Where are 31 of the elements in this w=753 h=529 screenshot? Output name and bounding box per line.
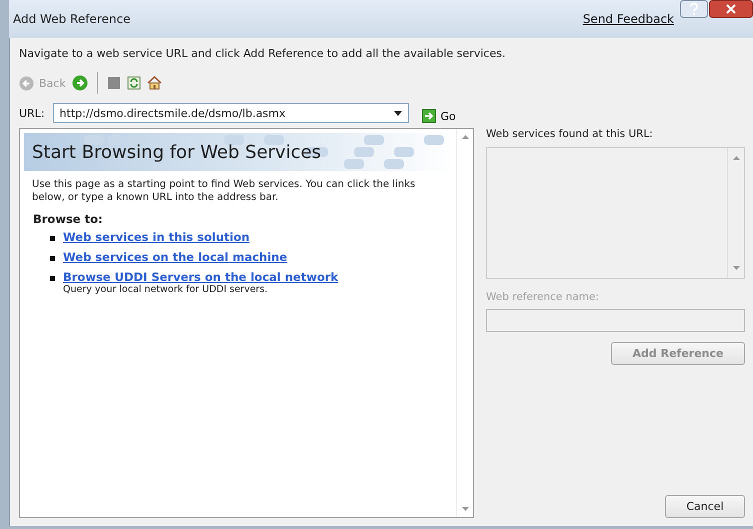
browse-label: Browse to:: [33, 212, 104, 226]
scroll-up-icon[interactable]: [732, 156, 740, 160]
link-note: Query your local network for UDDI servers.: [63, 284, 269, 295]
instruction-text: Navigate to a web service URL and click Add Reference to add all the available services.: [19, 47, 506, 60]
url-field[interactable]: http://dsmo.directsmile.de/dsmo/lb.asmx: [52, 103, 409, 123]
reference-name-label: Web reference name:: [486, 291, 600, 303]
intro-text: Use this page as a starting point to find Web services. You can click the links below, or type a known URL into the address bar.: [31, 178, 416, 204]
url-label: URL:: [19, 106, 45, 120]
dialog-button[interactable]: Cancel: [665, 495, 745, 518]
service-link[interactable]: Web services in this solution: [63, 230, 250, 244]
scroll-down-icon[interactable]: [462, 507, 468, 511]
go-arrow-icon: [422, 109, 436, 123]
scroll-up-icon[interactable]: [462, 135, 468, 139]
help-icon[interactable]: [680, 0, 708, 18]
service-link[interactable]: Web services on the local machine: [63, 250, 288, 264]
send-feedback-link[interactable]: Send Feedback: [582, 12, 674, 26]
close-icon[interactable]: [709, 0, 753, 18]
forward-icon[interactable]: [72, 75, 88, 91]
page-heading: Start Browsing for Web Services: [31, 142, 322, 162]
services-label: Web services found at this URL:: [486, 128, 654, 140]
bullet-icon: [50, 236, 55, 241]
scroll-down-icon[interactable]: [732, 266, 740, 270]
stop-icon[interactable]: [106, 76, 121, 90]
window-title: Add Web Reference: [13, 12, 132, 26]
service-link[interactable]: Browse UDDI Servers on the local network: [63, 270, 338, 284]
dropdown-arrow-icon[interactable]: [394, 110, 402, 116]
bullet-icon: [50, 256, 55, 261]
refresh-icon[interactable]: [126, 76, 141, 90]
bullet-icon: [50, 276, 55, 281]
home-icon[interactable]: [146, 76, 162, 90]
go-button[interactable]: Go: [422, 109, 456, 123]
